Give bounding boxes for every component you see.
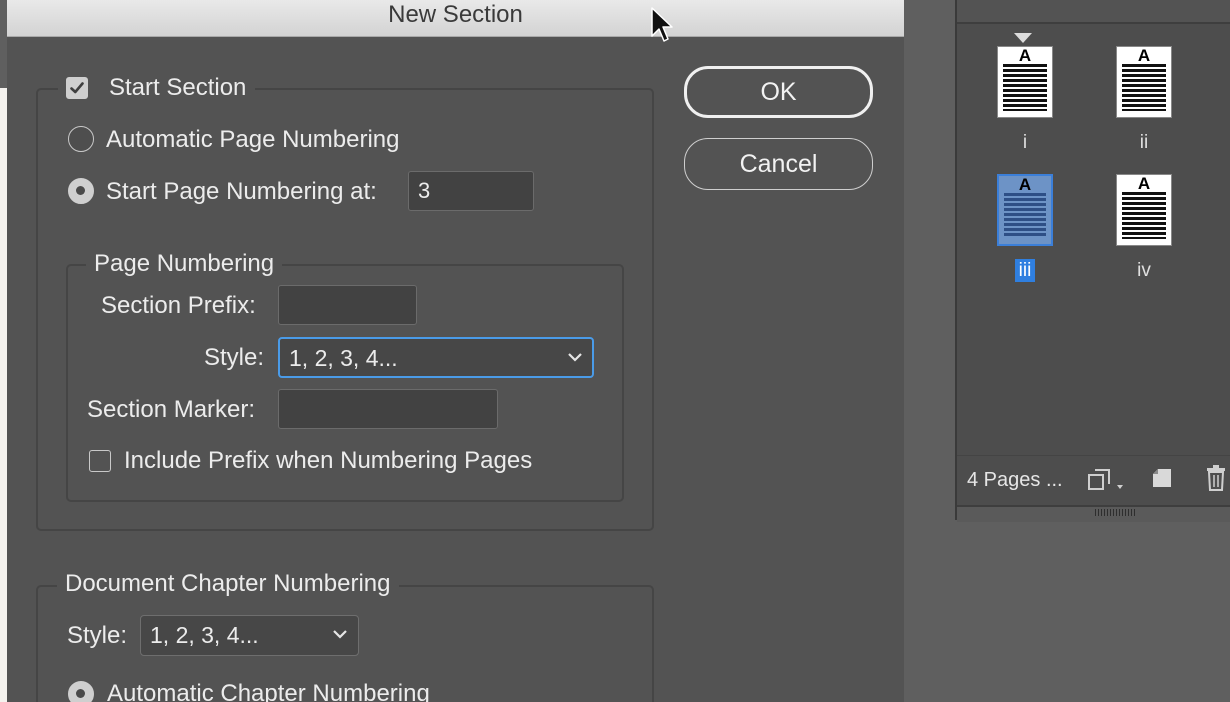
section-marker-label: Section Marker: bbox=[87, 396, 256, 423]
start-section-checkbox[interactable] bbox=[66, 77, 88, 99]
radio-dot bbox=[76, 186, 85, 195]
automatic-page-numbering-radio[interactable] bbox=[68, 126, 94, 152]
page-number-text: i bbox=[1022, 132, 1028, 153]
page-content-preview bbox=[1004, 193, 1046, 238]
page-number-text: iv bbox=[1137, 260, 1151, 281]
page-number-label[interactable]: ii bbox=[1116, 132, 1172, 154]
page-number-label[interactable]: iv bbox=[1116, 260, 1172, 282]
automatic-chapter-numbering-radio[interactable] bbox=[68, 681, 94, 702]
resize-grip-icon[interactable] bbox=[1095, 509, 1135, 516]
chapter-style-label: Style: bbox=[67, 622, 128, 649]
cancel-button[interactable]: Cancel bbox=[684, 138, 873, 190]
panel-footer: 4 Pages ... bbox=[957, 455, 1230, 506]
automatic-page-numbering-label[interactable]: Automatic Page Numbering bbox=[106, 125, 399, 155]
start-page-number-input[interactable]: 3 bbox=[408, 171, 534, 211]
page-number-style-value: 1, 2, 3, 4... bbox=[289, 345, 398, 371]
new-page-icon[interactable] bbox=[1150, 467, 1174, 491]
page-content-preview bbox=[1003, 64, 1047, 111]
page-content-preview bbox=[1122, 64, 1166, 111]
master-prefix: A bbox=[1137, 174, 1151, 193]
page-number-label[interactable]: i bbox=[997, 132, 1053, 154]
page-content-preview bbox=[1122, 192, 1166, 239]
dialog-titlebar[interactable]: New Section bbox=[7, 0, 904, 37]
include-prefix-label[interactable]: Include Prefix when Numbering Pages bbox=[124, 446, 532, 476]
panel-header bbox=[957, 0, 1230, 24]
master-prefix: A bbox=[1018, 175, 1032, 194]
radio-dot bbox=[76, 689, 85, 698]
page-count-status: 4 Pages ... bbox=[967, 469, 1063, 491]
edit-page-size-icon[interactable] bbox=[1087, 468, 1127, 492]
section-marker-input[interactable] bbox=[278, 389, 498, 429]
chapter-style-select[interactable]: 1, 2, 3, 4... bbox=[140, 615, 359, 656]
chapter-style-value: 1, 2, 3, 4... bbox=[150, 622, 259, 648]
dialog-title: New Section bbox=[388, 1, 523, 28]
automatic-chapter-numbering-label[interactable]: Automatic Chapter Numbering bbox=[107, 679, 430, 702]
section-prefix-label: Section Prefix: bbox=[101, 292, 256, 319]
chevron-down-icon bbox=[568, 353, 582, 362]
start-section-label: Start Section bbox=[109, 74, 247, 101]
page-number-style-select[interactable]: 1, 2, 3, 4... bbox=[278, 337, 594, 378]
page-thumbnail[interactable]: A bbox=[1116, 46, 1172, 118]
page-thumbnail[interactable]: A bbox=[997, 174, 1053, 246]
pages-panel: Ai Aii Aiii Aiv 4 Pages ... bbox=[955, 0, 1230, 522]
ok-button[interactable]: OK bbox=[684, 66, 873, 118]
checkmark-icon bbox=[70, 82, 84, 94]
section-prefix-input[interactable] bbox=[278, 285, 417, 325]
master-indicator-icon bbox=[1014, 33, 1032, 43]
chevron-down-icon bbox=[333, 630, 347, 639]
delete-page-icon[interactable] bbox=[1204, 465, 1228, 491]
page-numbering-legend: Page Numbering bbox=[86, 249, 283, 279]
start-section-legend: Start Section bbox=[58, 72, 256, 104]
mouse-cursor-icon bbox=[651, 7, 673, 42]
page-thumbnail[interactable]: A bbox=[1116, 174, 1172, 246]
start-page-numbering-radio[interactable] bbox=[68, 178, 94, 204]
document-page-edge bbox=[0, 88, 7, 702]
new-section-dialog: New Section Start Section Automatic Page… bbox=[7, 0, 904, 702]
page-number-label[interactable]: iii bbox=[997, 259, 1053, 282]
panel-resize-bar[interactable] bbox=[957, 505, 1230, 522]
master-prefix: A bbox=[1018, 46, 1032, 65]
master-prefix: A bbox=[1137, 46, 1151, 65]
include-prefix-checkbox[interactable] bbox=[89, 450, 111, 472]
page-number-text: iii bbox=[1014, 259, 1036, 282]
chapter-numbering-legend: Document Chapter Numbering bbox=[57, 569, 399, 599]
style-label: Style: bbox=[204, 344, 265, 371]
start-page-numbering-label[interactable]: Start Page Numbering at: bbox=[106, 177, 377, 207]
page-number-text: ii bbox=[1139, 132, 1149, 153]
page-thumbnail[interactable]: A bbox=[997, 46, 1053, 118]
